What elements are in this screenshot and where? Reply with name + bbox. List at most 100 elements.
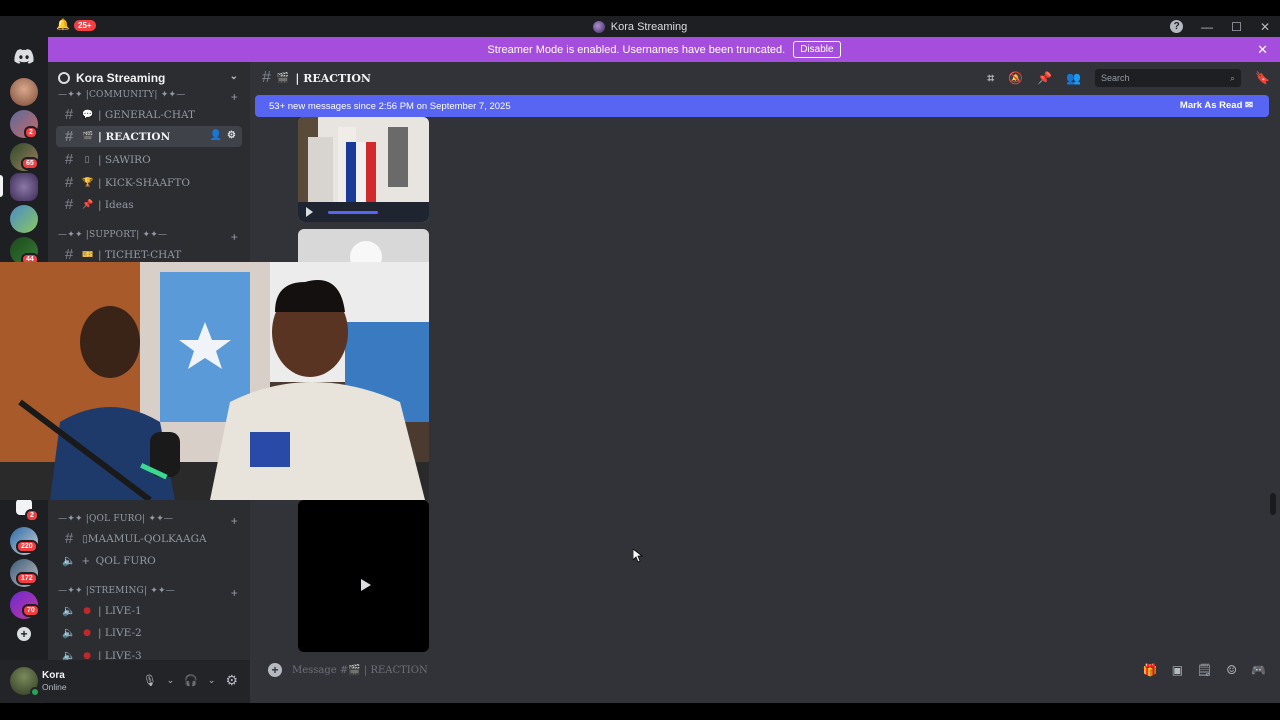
user-status: Online [42,682,67,692]
channel-label: | Ideas [98,198,134,211]
gear-icon[interactable]: ⚙ [225,672,238,689]
hash-icon: # [64,151,74,168]
video-attachment[interactable] [298,500,429,652]
notification-muted-icon[interactable]: 🔕 [1008,71,1023,85]
channel-label: QOL FURO [95,554,156,567]
category-support[interactable]: —✦✦ |SUPPORT| ✦✦— + [48,230,250,244]
search-input[interactable]: Search ⌕ [1095,69,1242,87]
gift-icon[interactable]: 🎁 [1143,663,1158,677]
red-circle-icon: ● [83,650,91,661]
server-badge: 2 [25,509,39,522]
ticket-icon: 🎫 [82,249,94,260]
discord-home-icon[interactable] [10,42,38,70]
chevron-down-icon: ⌄ [229,71,238,82]
microphone-icon[interactable]: 🎙 [143,674,157,687]
channel-label: | SAWIRO [98,153,151,166]
member-list-icon[interactable]: 👥 [1066,71,1081,85]
channel-label: | TICHET-CHAT [98,248,182,261]
window-controls: ? — ☐ ✕ [1170,16,1270,37]
add-server-icon[interactable]: + [17,627,31,641]
channel-label: | LIVE-2 [98,626,142,639]
channel-maamul-qolkaaga[interactable]: # ▯MAAMUL-QOLKAAGA [56,528,242,549]
banner-text: Streamer Mode is enabled. Usernames have… [487,43,786,56]
hash-icon: # [64,530,74,547]
video-attachment[interactable] [298,117,429,222]
channel-reaction[interactable]: # 🎬 | REACTION 👤 ⚙ [56,126,242,147]
search-icon: ⌕ [1230,72,1236,83]
sticker-icon[interactable]: 🗒 [1197,663,1212,677]
scrollbar[interactable] [1270,493,1276,515]
notification-badge: 25+ [74,19,96,31]
inbox-notifications[interactable]: 🔔 25+ [56,19,96,31]
gif-icon[interactable]: ▣ [1172,663,1183,677]
voice-channel-live-2[interactable]: 🔈 ● | LIVE-2 [56,622,242,643]
close-banner-icon[interactable]: ✕ [1257,42,1268,58]
new-messages-bar[interactable]: 53+ new messages since 2:56 PM on Septem… [255,95,1269,117]
close-window-icon[interactable]: ✕ [1260,20,1270,34]
channel-header: # 🎬 | REACTION ⌗ 🔕 📌 👥 Search ⌕ 🔖 [250,62,1280,94]
disable-streamer-mode-button[interactable]: Disable [793,41,841,58]
chevron-down-icon[interactable]: ⌄ [167,675,175,686]
new-messages-text: 53+ new messages since 2:56 PM on Septem… [269,100,511,112]
speaker-icon: 🔈 [62,604,76,617]
minimize-icon[interactable]: — [1201,20,1213,34]
window-titlebar: 🔔 25+ Kora Streaming ? — ☐ ✕ [0,16,1280,37]
help-icon[interactable]: ? [1170,20,1184,33]
bell-icon: 🔔 [56,19,70,31]
pin-icon[interactable]: 📌 [1037,71,1052,85]
create-invite-icon[interactable]: 👤 [210,130,222,141]
inbox-icon[interactable]: 🔖 [1255,71,1270,85]
server-icon-kora-streaming[interactable] [10,173,38,201]
channel-ideas[interactable]: # 📌 | Ideas [56,194,242,215]
speech-bubble-icon: 💬 [82,109,94,120]
online-status-icon [30,687,40,697]
voice-channel-live-3[interactable]: 🔈 ● | LIVE-3 [56,645,242,660]
emoji-icon[interactable]: ☺ [1226,663,1237,677]
hash-icon: # [64,106,74,123]
hash-icon: # [64,128,74,145]
category-label: —✦✦ |QOL FURO| ✦✦— [58,514,174,524]
search-placeholder: Search [1101,73,1130,83]
server-badge: 172 [16,572,38,585]
add-channel-icon[interactable]: + [231,514,238,528]
category-label: —✦✦ |COMMUNITY| ✦✦— [58,90,186,100]
add-channel-icon[interactable]: + [231,90,238,104]
maximize-icon[interactable]: ☐ [1231,20,1242,34]
threads-icon[interactable]: ⌗ [987,71,994,86]
channel-label: | GENERAL-CHAT [98,108,195,121]
mark-as-read-button[interactable]: Mark As Read ✉ [1180,100,1253,111]
letterbox-top [0,0,1280,16]
red-circle-icon: ● [83,605,91,616]
channel-title: | REACTION [295,71,371,85]
mark-as-read-label: Mark As Read [1179,100,1243,111]
plus-icon: + [82,553,90,568]
activities-icon[interactable]: 🎮 [1251,663,1266,677]
category-community[interactable]: —✦✦ |COMMUNITY| ✦✦— + [48,90,250,104]
app-logo-icon [592,20,605,33]
channel-kick-shaafto[interactable]: # 🏆 | KICK-SHAAFTO [56,172,242,193]
server-icon-1[interactable] [10,78,38,106]
voice-channel-live-1[interactable]: 🔈 ● | LIVE-1 [56,600,242,621]
server-icon-5[interactable] [10,205,38,233]
channel-sawiro[interactable]: # ▯ | SAWIRO [56,149,242,170]
pin-icon: 📌 [82,199,94,210]
gear-icon[interactable]: ⚙ [227,130,236,141]
category-qol-furo[interactable]: —✦✦ |QOL FURO| ✦✦— + [48,514,250,528]
server-badge: 2 [24,126,38,139]
message-input[interactable]: Message #🎬 | REACTION [292,665,428,676]
category-streming[interactable]: —✦✦ |STREMING| ✦✦— + [48,586,250,600]
message-composer[interactable]: + Message #🎬 | REACTION 🎁 ▣ 🗒 ☺ 🎮 [260,655,1272,685]
server-badge: 70 [22,604,40,617]
category-label: —✦✦ |STREMING| ✦✦— [58,586,175,596]
headphones-icon[interactable]: 🎧 [184,674,198,687]
chevron-down-icon[interactable]: ⌄ [208,675,216,686]
channel-general-chat[interactable]: # 💬 | GENERAL-CHAT [56,104,242,125]
add-channel-icon[interactable]: + [231,586,238,600]
server-badge: 65 [21,157,39,170]
server-badge: 220 [16,540,38,553]
play-icon [361,579,371,591]
channel-label: | REACTION [98,130,171,143]
add-channel-icon[interactable]: + [231,230,238,244]
voice-channel-qol-furo[interactable]: 🔈 + QOL FURO [56,550,242,571]
attach-plus-icon[interactable]: + [268,663,282,677]
